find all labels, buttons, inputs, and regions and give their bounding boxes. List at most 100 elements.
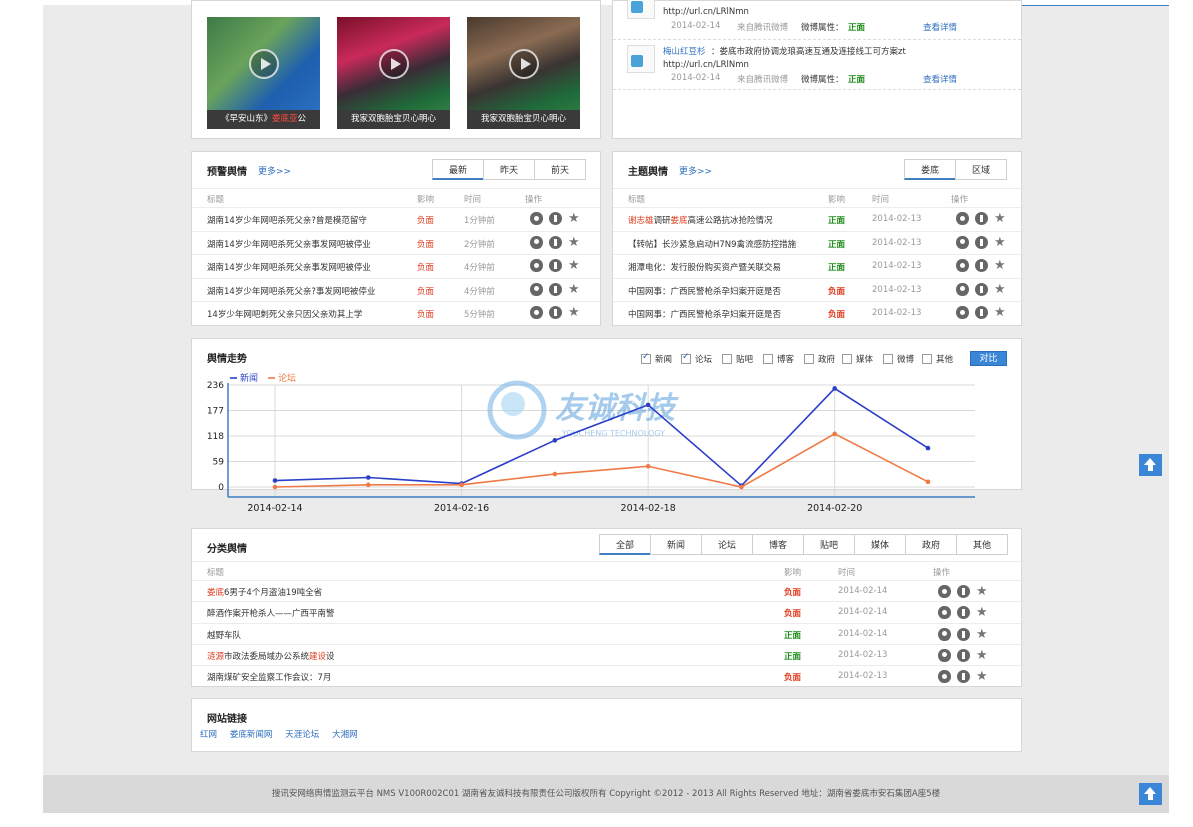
eye-icon[interactable] bbox=[530, 212, 543, 225]
eye-icon[interactable] bbox=[956, 259, 969, 272]
star-icon[interactable]: ★ bbox=[994, 236, 1007, 249]
eye-icon[interactable] bbox=[530, 235, 543, 249]
filter-item[interactable]: 政府 bbox=[804, 353, 835, 365]
row-title[interactable]: 娄底6男子4个月盗油19吨全省 bbox=[207, 586, 527, 598]
share-icon[interactable] bbox=[975, 259, 988, 272]
category-tab[interactable]: 新闻 bbox=[650, 534, 702, 555]
row-title[interactable]: 湖南煤矿安全监察工作会议：7月 bbox=[207, 671, 527, 683]
table-row[interactable]: 越野车队 正面 2014-02-14 ★ bbox=[192, 622, 1021, 644]
eye-icon[interactable] bbox=[938, 627, 951, 641]
eye-icon[interactable] bbox=[530, 306, 543, 319]
star-icon[interactable]: ★ bbox=[994, 283, 1007, 296]
star-icon[interactable]: ★ bbox=[976, 670, 989, 683]
table-row[interactable]: 湖南14岁少年网吧杀死父亲?曾是模范留守 负面 1分钟前 ★ bbox=[192, 207, 600, 230]
row-title[interactable]: 涟源市政法委局域办公系统建设设 bbox=[207, 650, 527, 662]
share-icon[interactable] bbox=[975, 282, 988, 296]
star-icon[interactable]: ★ bbox=[568, 259, 581, 272]
category-tab[interactable]: 论坛 bbox=[701, 534, 753, 555]
data-point[interactable] bbox=[925, 445, 931, 451]
table-row[interactable]: 醉酒作案开枪杀人——广西平南警 负面 2014-02-14 ★ bbox=[192, 601, 1021, 622]
more-link[interactable]: 更多>> bbox=[258, 164, 291, 177]
star-icon[interactable]: ★ bbox=[976, 649, 989, 662]
filter-checkbox[interactable] bbox=[804, 354, 814, 364]
data-point[interactable] bbox=[365, 482, 371, 488]
share-icon[interactable] bbox=[549, 282, 562, 296]
table-row[interactable]: 湖南14岁少年网吧杀死父亲?事发网吧被停业 负面 4分钟前 ★ bbox=[192, 277, 600, 301]
category-tab[interactable]: 媒体 bbox=[854, 534, 906, 555]
table-row[interactable]: 湖南煤矿安全监察工作会议：7月 负面 2014-02-13 ★ bbox=[192, 665, 1021, 686]
site-link[interactable]: 娄底新闻网 bbox=[230, 730, 273, 740]
row-title[interactable]: 湖南14岁少年网吧杀死父亲?事发网吧被停业 bbox=[207, 285, 375, 297]
row-title[interactable]: 14岁少年网吧刺死父亲只因父亲劝其上学 bbox=[207, 308, 375, 320]
filter-item[interactable]: 新闻 bbox=[641, 352, 672, 365]
back-to-top-icon[interactable] bbox=[1139, 783, 1162, 805]
row-title[interactable]: 湖南14岁少年网吧杀死父亲事发网吧被停业 bbox=[207, 238, 375, 250]
view-detail-link[interactable]: 查看详情 bbox=[923, 21, 957, 33]
filter-item[interactable]: 论坛 bbox=[681, 352, 712, 365]
table-row[interactable]: 涟源市政法委局域办公系统建设设 正面 2014-02-13 ★ bbox=[192, 643, 1021, 665]
tab-region[interactable]: 区域 bbox=[955, 159, 1007, 180]
eye-icon[interactable] bbox=[530, 282, 543, 296]
weibo-url[interactable]: http://url.cn/LRlNmn bbox=[663, 7, 749, 17]
video-item[interactable]: 《早安山东》娄底亚公 bbox=[207, 17, 320, 129]
data-point[interactable] bbox=[365, 475, 371, 480]
data-point[interactable] bbox=[832, 386, 838, 391]
filter-checkbox[interactable] bbox=[763, 354, 773, 364]
site-link[interactable]: 红网 bbox=[200, 730, 217, 740]
table-row[interactable]: 湖南14岁少年网吧杀死父亲事发网吧被停业 负面 2分钟前 ★ bbox=[192, 230, 600, 254]
eye-icon[interactable] bbox=[956, 212, 969, 225]
table-row[interactable]: 【转帖】长沙紧急启动H7N9禽流感防控措施 正面 2014-02-13 ★ bbox=[613, 230, 1021, 254]
filter-checkbox[interactable] bbox=[681, 352, 691, 364]
video-item[interactable]: 我家双胞胎宝贝心明心 bbox=[467, 17, 580, 129]
filter-item[interactable]: 媒体 bbox=[842, 353, 873, 365]
more-link[interactable]: 更多>> bbox=[679, 164, 712, 177]
table-row[interactable]: 娄底6男子4个月盗油19吨全省 负面 2014-02-14 ★ bbox=[192, 580, 1021, 601]
avatar[interactable] bbox=[627, 45, 655, 73]
row-title[interactable]: 湖南14岁少年网吧杀死父亲?曾是模范留守 bbox=[207, 214, 375, 226]
share-icon[interactable] bbox=[975, 235, 988, 249]
data-point[interactable] bbox=[645, 463, 651, 469]
filter-checkbox[interactable] bbox=[842, 354, 852, 364]
star-icon[interactable]: ★ bbox=[976, 585, 989, 598]
filter-item[interactable]: 贴吧 bbox=[722, 353, 753, 365]
weibo-url[interactable]: http://url.cn/LRlNmn bbox=[663, 60, 749, 70]
filter-checkbox[interactable] bbox=[883, 354, 893, 364]
star-icon[interactable]: ★ bbox=[568, 212, 581, 225]
tab-latest[interactable]: 最新 bbox=[432, 159, 484, 180]
video-item[interactable]: 我家双胞胎宝贝心明心 bbox=[337, 17, 450, 129]
data-point[interactable] bbox=[739, 484, 744, 490]
filter-checkbox[interactable] bbox=[922, 354, 932, 364]
row-title[interactable]: 【转帖】长沙紧急启动H7N9禽流感防控措施 bbox=[628, 238, 798, 250]
star-icon[interactable]: ★ bbox=[994, 259, 1007, 272]
back-to-top-icon[interactable] bbox=[1139, 454, 1162, 476]
data-point[interactable] bbox=[645, 402, 651, 408]
share-icon[interactable] bbox=[549, 259, 562, 272]
share-icon[interactable] bbox=[975, 306, 988, 319]
row-title[interactable]: 湘潭电化：发行股份购买资产暨关联交易 bbox=[628, 261, 798, 273]
compare-button[interactable]: 对比 bbox=[970, 351, 1007, 366]
play-icon[interactable] bbox=[509, 49, 539, 79]
data-point[interactable] bbox=[272, 478, 278, 483]
eye-icon[interactable] bbox=[956, 282, 969, 296]
star-icon[interactable]: ★ bbox=[568, 306, 581, 319]
share-icon[interactable] bbox=[549, 306, 562, 319]
star-icon[interactable]: ★ bbox=[976, 628, 989, 641]
eye-icon[interactable] bbox=[938, 648, 951, 662]
table-row[interactable]: 中国网事：广西民警枪杀孕妇案开庭是否 负面 2014-02-13 ★ bbox=[613, 301, 1021, 324]
eye-icon[interactable] bbox=[530, 259, 543, 272]
site-link[interactable]: 大湘网 bbox=[332, 730, 358, 740]
table-row[interactable]: 湖南14岁少年网吧杀死父亲事发网吧被停业 负面 4分钟前 ★ bbox=[192, 254, 600, 277]
data-point[interactable] bbox=[552, 438, 558, 443]
site-link[interactable]: 天涯论坛 bbox=[285, 730, 319, 740]
filter-item[interactable]: 博客 bbox=[763, 353, 794, 365]
tab-yesterday[interactable]: 昨天 bbox=[483, 159, 535, 180]
category-tab[interactable]: 其他 bbox=[956, 534, 1008, 555]
row-title[interactable]: 越野车队 bbox=[207, 629, 527, 641]
share-icon[interactable] bbox=[957, 627, 970, 641]
row-title[interactable]: 中国网事：广西民警枪杀孕妇案开庭是否 bbox=[628, 308, 798, 320]
weibo-author[interactable]: 梅山红豆杉 bbox=[663, 45, 706, 57]
share-icon[interactable] bbox=[975, 212, 988, 225]
filter-checkbox[interactable] bbox=[722, 354, 732, 364]
star-icon[interactable]: ★ bbox=[994, 212, 1007, 225]
share-icon[interactable] bbox=[957, 648, 970, 662]
